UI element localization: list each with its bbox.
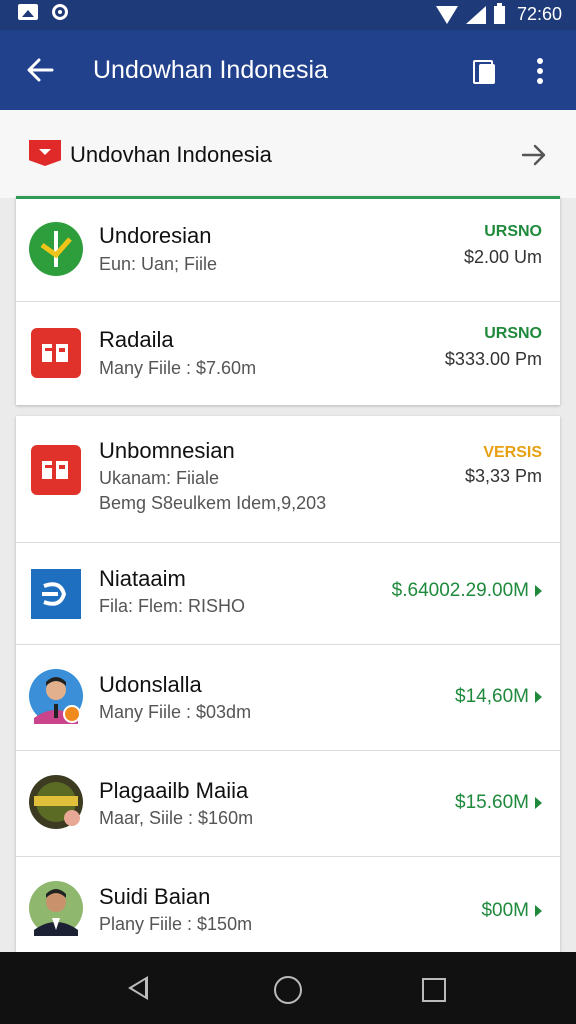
- item-subtitle: Fila: Flem: RISHO: [99, 596, 246, 616]
- chevron-right-icon: [535, 796, 542, 809]
- amount-text: $15.60M: [455, 792, 529, 813]
- amount-text: $00M: [481, 900, 529, 921]
- red-ep-logo-icon: [31, 328, 81, 378]
- nav-back-icon[interactable]: [128, 976, 148, 1000]
- item-title: Plagaailb Maiia: [99, 778, 249, 803]
- battery-icon: [493, 2, 505, 24]
- list-item[interactable]: Suidi Baian Plany Fiile : $150m $00M: [16, 856, 560, 952]
- status-time: 72:60: [516, 4, 562, 24]
- list-item[interactable]: Undoresian Eun: Uan; Fiile URSNO $2.00 U…: [16, 199, 560, 302]
- item-subtitle: Maar, Siile : $160m: [99, 808, 254, 828]
- section-title: Undovhan Indonesia: [70, 142, 272, 167]
- item-title: Undoresian: [99, 223, 212, 248]
- signal-icon: [465, 5, 486, 24]
- circle-icon: [52, 4, 68, 20]
- section-header[interactable]: Undovhan Indonesia: [0, 110, 576, 198]
- chevron-right-icon: [535, 904, 542, 917]
- amount-text: $.64002.29.00M: [391, 580, 529, 601]
- image-icon: [18, 4, 38, 20]
- item-subtitle: Many Fiile : $7.60m: [99, 358, 257, 378]
- list-item[interactable]: Radaila Many Fiile : $7.60m URSNO $333.0…: [16, 301, 560, 405]
- item-title: Niataaim: [99, 566, 186, 591]
- item-title: Unbomnesian: [99, 438, 235, 463]
- amount-text: $14,60M: [455, 686, 529, 707]
- more-vert-icon: [537, 58, 543, 64]
- wifi-icon: [435, 5, 458, 24]
- item-amount: $14,60M: [455, 686, 542, 708]
- copy-button[interactable]: [470, 56, 500, 86]
- list-item[interactable]: Niataaim Fila: Flem: RISHO $.64002.29.00…: [16, 542, 560, 645]
- item-tag: URSNO: [484, 223, 542, 240]
- chevron-right-icon: [535, 584, 542, 597]
- list-item[interactable]: Plagaailb Maiia Maar, Siile : $160m $15.…: [16, 750, 560, 857]
- green-check-logo-icon: [29, 222, 83, 276]
- card-featured: Undoresian Eun: Uan; Fiile URSNO $2.00 U…: [16, 196, 560, 405]
- item-subtitle: Eun: Uan; Fiile: [99, 254, 218, 274]
- item-title: Udonslalla: [99, 672, 202, 697]
- item-subtitle: Many Fiile : $03dm: [99, 702, 252, 722]
- card-list: Unbomnesian Ukanam: Fiiale Bemg S8eulkem…: [16, 416, 560, 952]
- status-bar: 72:60: [0, 0, 576, 30]
- item-subtitle: Ukanam: Fiiale: [99, 468, 220, 488]
- item-title: Radaila: [99, 327, 174, 352]
- red-ep-logo-icon: [31, 445, 81, 495]
- item-subtitle-2: Bemg S8eulkem Idem,9,203: [99, 493, 327, 513]
- back-button[interactable]: [22, 52, 58, 88]
- avatar-man2-icon: [29, 881, 83, 936]
- item-amount: $333.00 Pm: [444, 349, 542, 369]
- navigation-bar: [0, 952, 576, 1024]
- flag-icon: [29, 140, 61, 166]
- list-item[interactable]: Unbomnesian Ukanam: Fiiale Bemg S8eulkem…: [16, 416, 560, 543]
- list-item[interactable]: Udonslalla Many Fiile : $03dm $14,60M: [16, 644, 560, 751]
- nav-home-icon[interactable]: [274, 976, 302, 1004]
- arrow-left-icon: [27, 58, 54, 82]
- app-title: Undowhan Indonesia: [93, 56, 328, 84]
- app-bar: Undowhan Indonesia: [0, 30, 576, 110]
- arrow-right-icon[interactable]: [520, 141, 548, 169]
- nav-recents-icon[interactable]: [422, 978, 446, 1002]
- more-options-button[interactable]: [528, 56, 552, 86]
- avatar-man-icon: [29, 669, 83, 724]
- item-amount: $15.60M: [455, 792, 542, 814]
- item-tag: URSNO: [484, 325, 542, 342]
- item-amount: $.64002.29.00M: [392, 580, 542, 602]
- item-amount: $00M: [481, 900, 542, 922]
- blue-d-logo-icon: [31, 569, 81, 619]
- item-amount: $3,33 Pm: [464, 466, 542, 486]
- avatar-logo-icon: [29, 775, 83, 829]
- item-title: Suidi Baian: [99, 884, 211, 909]
- item-amount: $2.00 Um: [463, 247, 542, 267]
- item-subtitle: Plany Fiile : $150m: [99, 914, 253, 934]
- chevron-right-icon: [535, 690, 542, 703]
- item-tag: VERSIS: [483, 444, 542, 461]
